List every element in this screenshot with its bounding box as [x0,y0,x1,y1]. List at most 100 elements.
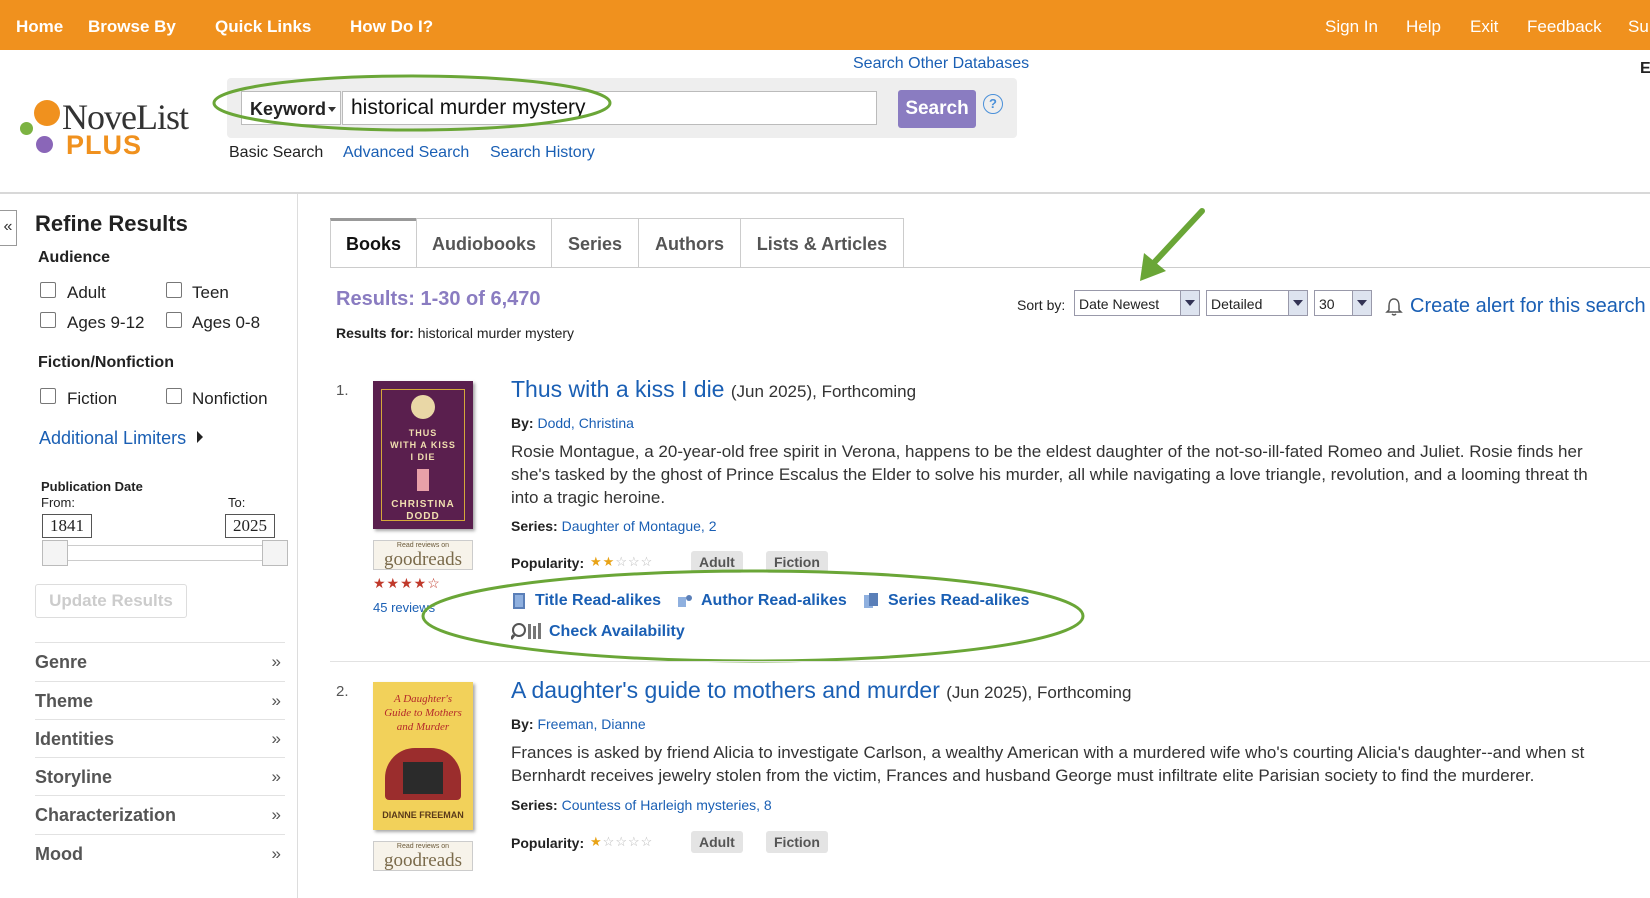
nav-exit[interactable]: Exit [1470,17,1498,37]
by-label: By: [511,415,534,431]
nav-help[interactable]: Help [1406,17,1441,37]
series-label: Series: [511,797,558,813]
result-title-text[interactable]: Thus with a kiss I die [511,376,724,402]
book-cover[interactable]: A Daughter's Guide to Mothers and Murder… [373,682,473,830]
audience-badge: Adult [691,831,743,853]
checkbox-fiction[interactable] [40,388,56,404]
label-teen: Teen [192,283,229,302]
view-select[interactable]: Detailed [1206,290,1308,316]
author-link[interactable]: Dodd, Christina [537,415,634,431]
sort-select[interactable]: Date Newest [1074,290,1200,316]
series-link[interactable]: Daughter of Montague, 2 [562,518,717,534]
nav-support[interactable]: Su [1628,17,1649,37]
goodreads-caption: Read reviews on [396,843,450,850]
basic-search-link[interactable]: Basic Search [229,144,323,162]
checkbox-ages-0-8[interactable] [166,312,182,328]
series-link[interactable]: Countess of Harleigh mysteries, 8 [562,797,772,813]
nav-sign-in[interactable]: Sign In [1325,17,1378,37]
bell-icon[interactable] [1385,297,1403,317]
author-link[interactable]: Freeman, Dianne [537,716,645,732]
search-history-link[interactable]: Search History [490,144,595,162]
search-other-databases-link[interactable]: Search Other Databases [853,55,1029,73]
slider-handle-to[interactable] [262,540,288,566]
tab-books[interactable]: Books [330,218,417,268]
label-nonfiction: Nonfiction [192,389,268,408]
tab-baseline [330,267,1650,268]
to-year-input[interactable]: 2025 [225,514,275,538]
nav-home[interactable]: Home [16,17,63,37]
cover-title-line: THUS [408,428,438,438]
expand-icon: » [271,652,281,671]
goodreads-badge[interactable]: Read reviews on goodreads [373,841,473,871]
cover-title: THUS WITH A KISS I DIE [373,427,473,463]
cover-skull-art [411,395,435,419]
additional-limiters-link[interactable]: Additional Limiters [39,428,204,449]
result-separator [330,661,1650,662]
expand-icon: » [271,767,281,786]
help-icon[interactable]: ? [983,94,1003,114]
description-line: into a tragic heroine. [511,488,666,507]
checkbox-ages-9-12[interactable] [40,312,56,328]
search-button[interactable]: Search [898,90,976,128]
result-title-text[interactable]: A daughter's guide to mothers and murder [511,677,940,703]
cover-author-line: CHRISTINA [391,499,455,510]
facet-theme[interactable]: Theme » [35,681,285,718]
cover-title-line: Guide to Mothers [384,707,462,719]
view-value: Detailed [1211,296,1263,312]
header-right-edge-text: E [1640,60,1650,77]
update-results-button[interactable]: Update Results [35,584,187,618]
facet-identities[interactable]: Identities » [35,719,285,756]
advanced-search-link[interactable]: Advanced Search [343,144,469,162]
nav-quick-links[interactable]: Quick Links [215,17,311,37]
series-label: Series: [511,518,558,534]
slider-handle-from[interactable] [42,540,68,566]
star-empty-icon: ☆ [615,834,628,849]
collapse-sidebar-button[interactable]: « [0,210,17,246]
result-author: By: Dodd, Christina [511,415,634,431]
result-title[interactable]: A daughter's guide to mothers and murder… [511,677,1131,704]
nav-browse-by[interactable]: Browse By [88,17,176,37]
results-count: Results: 1-30 of 6,470 [336,288,541,310]
result-series: Series: Daughter of Montague, 2 [511,518,716,534]
publication-date-slider[interactable] [48,545,278,561]
checkbox-nonfiction[interactable] [166,388,182,404]
nav-feedback[interactable]: Feedback [1527,17,1602,37]
facet-mood[interactable]: Mood » [35,834,285,871]
result-description: Frances is asked by friend Alicia to inv… [511,741,1650,787]
cover-title-line: and Murder [396,721,450,733]
star-empty-icon: ☆ [602,834,616,849]
label-adult: Adult [67,283,106,302]
results-for-value: historical murder mystery [417,325,575,341]
tab-authors[interactable]: Authors [638,218,741,268]
result-pubinfo: (Jun 2025), Forthcoming [730,382,917,401]
results-for-label: Results for: [336,325,414,341]
highlight-arrow [1140,208,1205,281]
tab-lists-articles[interactable]: Lists & Articles [740,218,904,268]
tab-series[interactable]: Series [551,218,639,268]
logo-dot-orange [34,100,60,126]
description-line: Frances is asked by friend Alicia to inv… [511,743,1585,762]
create-alert-link[interactable]: Create alert for this search [1410,295,1646,318]
logo-dot-green [20,122,33,135]
result-title[interactable]: Thus with a kiss I die (Jun 2025), Forth… [511,376,916,403]
facet-label: Storyline [35,767,113,787]
sidebar-divider [297,194,298,898]
label-ages-0-8: Ages 0-8 [192,313,261,332]
star-filled-icon: ★ [590,834,603,849]
facet-storyline[interactable]: Storyline » [35,757,285,794]
search-highlight-ellipse [212,74,612,132]
per-page-select[interactable]: 30 [1314,290,1372,316]
novelist-plus-logo[interactable]: NoveList PLUS [18,92,208,160]
fiction-badge: Fiction [766,831,828,853]
cover-figures-art [403,762,443,794]
facet-characterization[interactable]: Characterization » [35,795,285,832]
sort-value: Date Newest [1079,296,1160,312]
book-cover[interactable]: THUS WITH A KISS I DIE CHRISTINA DODD [373,381,473,529]
checkbox-teen[interactable] [166,282,182,298]
facet-label: Mood [35,844,83,864]
checkbox-adult[interactable] [40,282,56,298]
facet-genre[interactable]: Genre » [35,642,285,679]
tab-audiobooks[interactable]: Audiobooks [416,218,552,268]
nav-how-do-i[interactable]: How Do I? [350,17,433,37]
from-year-input[interactable]: 1841 [42,514,92,538]
